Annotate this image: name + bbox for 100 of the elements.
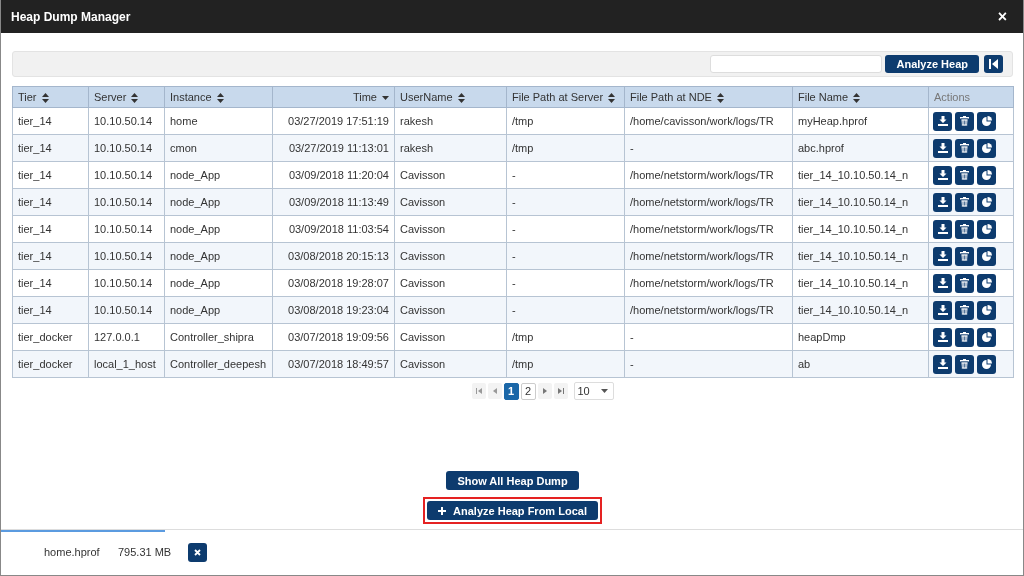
delete-button[interactable] — [955, 300, 974, 320]
download-button[interactable] — [933, 354, 952, 374]
download-icon — [937, 143, 948, 153]
table-cell: rakesh — [394, 134, 507, 162]
trash-icon — [960, 278, 969, 288]
table-cell: - — [506, 296, 625, 324]
analyze-button[interactable] — [977, 165, 996, 185]
table-cell: cmon — [164, 134, 273, 162]
delete-button[interactable] — [955, 165, 974, 185]
analyze-button[interactable] — [977, 246, 996, 266]
pie-chart-icon — [981, 359, 992, 369]
next-page-button[interactable] — [537, 383, 552, 399]
last-page-button[interactable] — [553, 383, 568, 399]
prev-page-button[interactable] — [487, 383, 502, 399]
analyze-heap-button[interactable]: Analyze Heap — [885, 55, 979, 73]
table-cell: node_App — [164, 215, 273, 243]
collapse-button[interactable] — [984, 55, 1003, 73]
trash-icon — [960, 170, 969, 180]
page-size-dropdown[interactable]: 10 — [573, 382, 614, 400]
page-button[interactable]: 2 — [520, 382, 536, 400]
analyze-button[interactable] — [977, 327, 996, 347]
download-button[interactable] — [933, 192, 952, 212]
download-button[interactable] — [933, 327, 952, 347]
column-header[interactable]: Tier — [12, 86, 89, 108]
table-cell: /tmp — [506, 134, 625, 162]
delete-button[interactable] — [955, 327, 974, 347]
download-icon — [937, 359, 948, 369]
delete-button[interactable] — [955, 354, 974, 374]
analyze-button[interactable] — [977, 273, 996, 293]
download-button[interactable] — [933, 165, 952, 185]
delete-button[interactable] — [955, 111, 974, 131]
trash-icon — [960, 197, 969, 207]
trash-icon — [960, 251, 969, 261]
pie-chart-icon — [981, 278, 992, 288]
table-cell: tier_14 — [12, 296, 89, 324]
table-cell: /tmp — [506, 107, 625, 135]
download-button[interactable] — [933, 246, 952, 266]
analyze-button[interactable] — [977, 192, 996, 212]
sort-icon — [717, 93, 724, 104]
action-button[interactable]: Show All Heap Dump — [446, 471, 579, 490]
delete-button[interactable] — [955, 192, 974, 212]
table-cell: 03/09/2018 11:13:49 — [272, 188, 395, 216]
table-cell: - — [506, 215, 625, 243]
table-cell: local_1_host — [88, 350, 165, 378]
column-header[interactable]: File Path at Server — [506, 86, 625, 108]
table-cell: tier_14 — [12, 215, 89, 243]
download-button[interactable] — [933, 111, 952, 131]
table-cell: /home/cavisson/work/logs/TR — [624, 107, 793, 135]
table-cell: node_App — [164, 161, 273, 189]
table-cell: /home/netstorm/work/logs/TR — [624, 161, 793, 189]
table-cell: - — [624, 323, 793, 351]
prev-page-icon — [492, 388, 497, 394]
table-cell: Cavisson — [394, 296, 507, 324]
table-cell: tier_14_10.10.50.14_n — [792, 188, 929, 216]
column-header[interactable]: Instance — [164, 86, 273, 108]
delete-button[interactable] — [955, 246, 974, 266]
analyze-button[interactable] — [977, 138, 996, 158]
pie-chart-icon — [981, 224, 992, 234]
download-button[interactable] — [933, 273, 952, 293]
analyze-button[interactable] — [977, 219, 996, 239]
analyze-button[interactable] — [977, 354, 996, 374]
table-cell: tier_14 — [12, 134, 89, 162]
table-cell: 10.10.50.14 — [88, 296, 165, 324]
table-cell: tier_14_10.10.50.14_n — [792, 242, 929, 270]
close-button[interactable]: × — [997, 7, 1007, 26]
delete-button[interactable] — [955, 138, 974, 158]
table-cell: Controller_shipra — [164, 323, 273, 351]
delete-button[interactable] — [955, 273, 974, 293]
download-icon — [937, 170, 948, 180]
pie-chart-icon — [981, 332, 992, 342]
table-cell: 03/27/2019 11:13:01 — [272, 134, 395, 162]
table-cell: 03/07/2018 19:09:56 — [272, 323, 395, 351]
sort-icon — [131, 93, 139, 104]
column-header[interactable]: File Path at NDE — [624, 86, 793, 108]
table-cell: /tmp — [506, 323, 625, 351]
download-button[interactable] — [933, 300, 952, 320]
remove-file-button[interactable] — [188, 542, 207, 562]
first-page-button[interactable] — [471, 383, 486, 399]
analyze-button[interactable] — [977, 300, 996, 320]
analyze-button[interactable] — [977, 111, 996, 131]
button-label: Analyze Heap From Local — [453, 504, 587, 517]
download-button[interactable] — [933, 138, 952, 158]
pie-chart-icon — [981, 305, 992, 315]
button-label: Show All Heap Dump — [457, 474, 568, 487]
column-header[interactable]: UserName — [394, 86, 507, 108]
search-field[interactable] — [710, 55, 883, 73]
table-cell: 03/08/2018 19:23:04 — [272, 296, 395, 324]
action-button[interactable]: Analyze Heap From Local — [427, 501, 598, 520]
table-cell: 03/08/2018 20:15:13 — [272, 242, 395, 270]
trash-icon — [960, 224, 969, 234]
table-cell: Controller_deepesh — [164, 350, 273, 378]
delete-button[interactable] — [955, 219, 974, 239]
table-cell: 03/09/2018 11:03:54 — [272, 215, 395, 243]
page-size-value: 10 — [577, 385, 590, 397]
column-header[interactable]: Time — [272, 86, 395, 108]
column-header[interactable]: File Name — [792, 86, 929, 108]
page-button[interactable]: 1 — [503, 382, 519, 400]
table-cell: Cavisson — [394, 161, 507, 189]
column-header[interactable]: Server — [88, 86, 165, 108]
download-button[interactable] — [933, 219, 952, 239]
